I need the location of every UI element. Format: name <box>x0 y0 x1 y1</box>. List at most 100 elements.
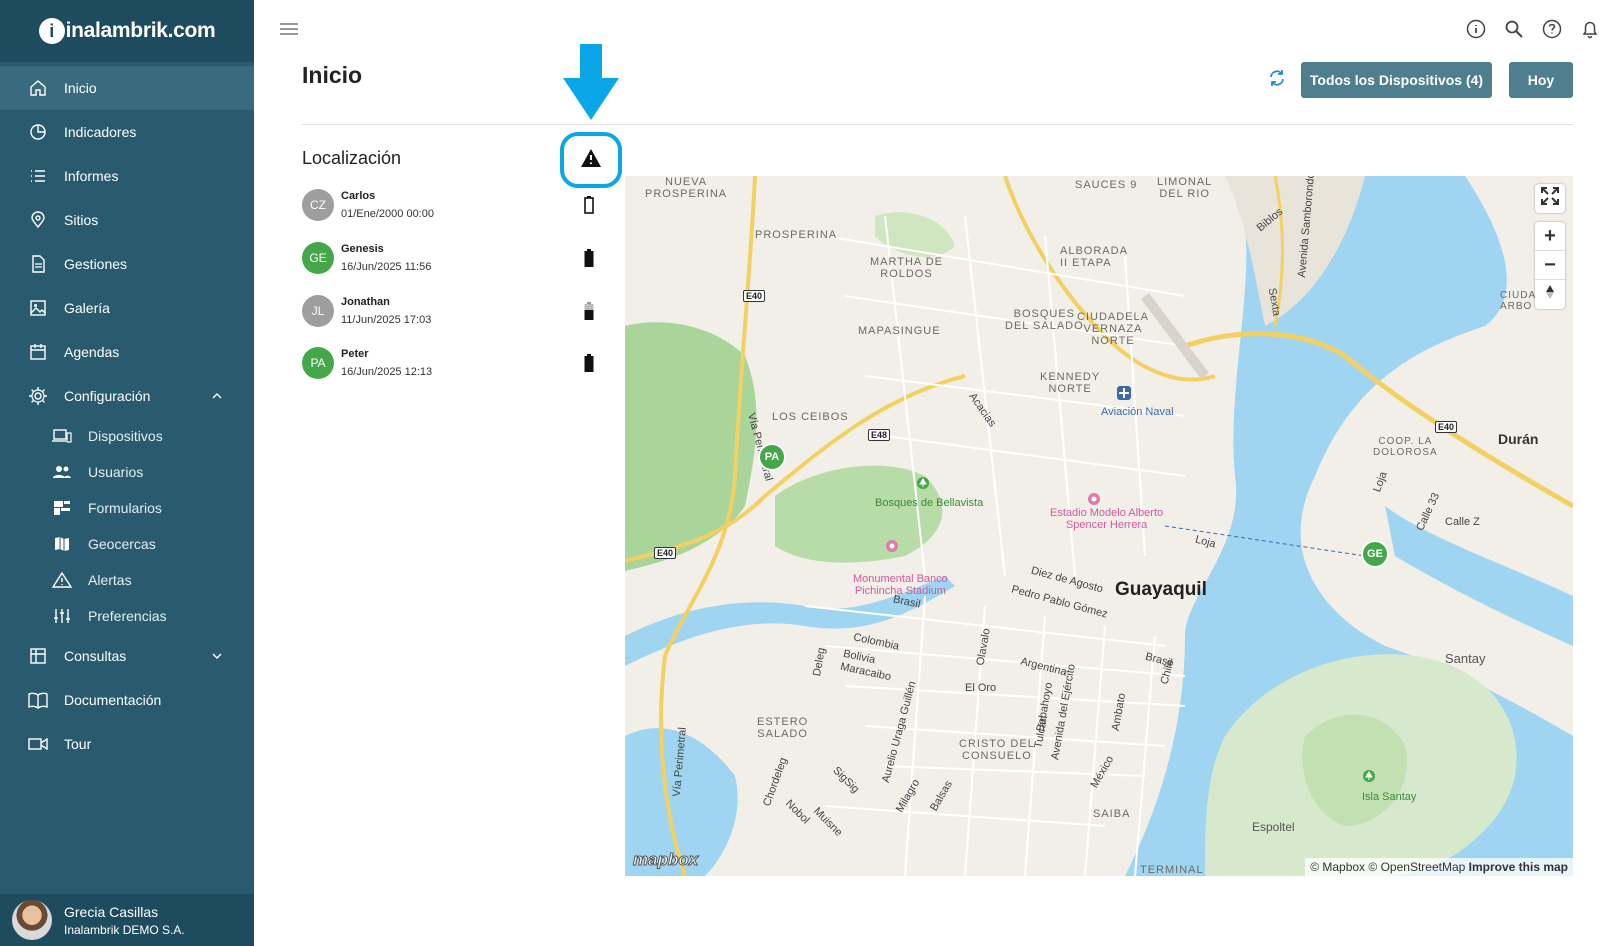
menu-toggle-icon[interactable] <box>280 22 298 36</box>
today-button[interactable]: Hoy <box>1509 62 1573 98</box>
sidebar-item-label: Documentación <box>64 692 162 708</box>
osm-attribution-link[interactable]: © OpenStreetMap <box>1368 860 1465 874</box>
book-icon <box>28 690 48 710</box>
map-label: LOS CEIBOS <box>772 411 849 423</box>
stadium-icon[interactable] <box>1087 492 1101 511</box>
mapbox-attribution-link[interactable]: © Mapbox <box>1310 860 1365 874</box>
all-devices-button[interactable]: Todos los Dispositivos (4) <box>1301 62 1492 98</box>
device-row-carlos[interactable]: CZ Carlos 01/Ene/2000 00:00 <box>302 185 602 225</box>
device-row-jonathan[interactable]: JL Jonathan 11/Jun/2025 17:03 <box>302 291 602 331</box>
sidebar-item-consultas[interactable]: Consultas <box>0 634 254 678</box>
forms-icon <box>52 499 72 517</box>
sidebar-item-informes[interactable]: Informes <box>0 154 254 198</box>
chevron-down-icon <box>212 651 222 661</box>
zoom-out-button[interactable]: − <box>1535 251 1565 280</box>
warning-icon <box>52 571 72 589</box>
sidebar-subitem-usuarios[interactable]: Usuarios <box>0 454 254 490</box>
street-label: Calle Z <box>1445 516 1480 528</box>
park-icon[interactable] <box>916 476 930 495</box>
help-icon[interactable] <box>1541 18 1563 40</box>
location-pin-icon <box>28 210 48 230</box>
park-icon[interactable] <box>1362 769 1376 788</box>
bell-icon[interactable] <box>1579 18 1601 40</box>
sidebar-item-galeria[interactable]: Galería <box>0 286 254 330</box>
user-name: Grecia Casillas <box>64 903 159 920</box>
map-view[interactable]: NUEVA PROSPERINA PROSPERINA SAUCES 9 LIM… <box>625 176 1573 876</box>
info-icon[interactable] <box>1465 18 1487 40</box>
map-marker-genesis[interactable]: GE <box>1361 540 1389 568</box>
sidebar-subitem-geocercas[interactable]: Geocercas <box>0 526 254 562</box>
battery-medium-icon <box>584 302 594 320</box>
sidebar-item-label: Informes <box>64 168 119 184</box>
sidebar-item-documentacion[interactable]: Documentación <box>0 678 254 722</box>
zoom-in-button[interactable]: + <box>1535 222 1565 251</box>
street-label: El Oro <box>965 682 997 694</box>
sidebar-subitem-preferencias[interactable]: Preferencias <box>0 598 254 634</box>
stadium-icon[interactable] <box>885 539 899 558</box>
sidebar-item-gestiones[interactable]: Gestiones <box>0 242 254 286</box>
sidebar-subitem-alertas[interactable]: Alertas <box>0 562 254 598</box>
pie-chart-icon <box>28 122 48 142</box>
sidebar-item-configuracion[interactable]: Configuración <box>0 374 254 418</box>
device-avatar: JL <box>302 295 334 327</box>
sidebar-item-sitios[interactable]: Sitios <box>0 198 254 242</box>
map-label: NUEVA PROSPERINA <box>645 176 728 200</box>
airport-icon[interactable] <box>1117 386 1131 405</box>
sidebar-subitem-dispositivos[interactable]: Dispositivos <box>0 418 254 454</box>
map-label: CRISTO DEL CONSUELO <box>959 738 1035 762</box>
map-label: Santay <box>1445 651 1486 666</box>
sidebar-item-label: Indicadores <box>64 124 137 140</box>
sidebar-item-label: Consultas <box>64 648 127 664</box>
fullscreen-button[interactable] <box>1535 184 1565 213</box>
sliders-icon <box>52 607 72 625</box>
compass-button[interactable] <box>1535 280 1565 309</box>
user-profile[interactable]: Grecia Casillas Inalambrik DEMO S.A. <box>0 894 254 946</box>
sidebar-subitem-label: Alertas <box>88 572 132 588</box>
device-row-peter[interactable]: PA Peter 16/Jun/2025 12:13 <box>302 343 602 383</box>
map-label: CIUDADELA VERNAZA NORTE <box>1077 311 1149 347</box>
device-name: Genesis <box>341 243 384 255</box>
road-shield: E40 <box>1435 421 1458 433</box>
map-label: ALBORADA II ETAPA <box>1060 245 1128 269</box>
sidebar-item-label: Agendas <box>64 344 120 360</box>
improve-map-link[interactable]: Improve this map <box>1469 860 1568 874</box>
home-icon <box>28 78 48 98</box>
device-avatar: GE <box>302 242 334 274</box>
device-date: 01/Ene/2000 00:00 <box>341 208 434 220</box>
sidebar-subitem-formularios[interactable]: Formularios <box>0 490 254 526</box>
alert-warning-button[interactable] <box>560 132 622 188</box>
device-date: 11/Jun/2025 17:03 <box>341 314 432 326</box>
sidebar-item-tour[interactable]: Tour <box>0 722 254 766</box>
sidebar-item-label: Galería <box>64 300 110 316</box>
map-label: SAUCES 9 <box>1075 179 1138 191</box>
map-label: Bosques de Bellavista <box>875 497 984 509</box>
user-org: Inalambrik DEMO S.A. <box>64 922 185 937</box>
sidebar-subitem-label: Preferencias <box>88 608 167 624</box>
image-icon <box>28 298 48 318</box>
zoom-control: + − <box>1535 222 1565 309</box>
map-marker-peter[interactable]: PA <box>758 443 786 471</box>
map-label-city: Durán <box>1498 431 1539 447</box>
sidebar-subitem-label: Usuarios <box>88 464 144 480</box>
map-label-city: Guayaquil <box>1115 579 1207 600</box>
logo-mark: i <box>38 18 65 44</box>
device-date: 16/Jun/2025 12:13 <box>341 366 433 378</box>
sidebar-item-agendas[interactable]: Agendas <box>0 330 254 374</box>
device-row-genesis[interactable]: GE Genesis 16/Jun/2025 11:56 <box>302 238 602 278</box>
calendar-icon <box>28 342 48 362</box>
mapbox-logo[interactable]: mapbox <box>632 850 698 870</box>
sidebar: i inalambrik.com Inicio Indicadores Infor… <box>0 0 254 946</box>
sidebar-item-inicio[interactable]: Inicio <box>0 66 254 110</box>
map-attribution: © Mapbox © OpenStreetMap Improve this ma… <box>1305 858 1573 876</box>
device-date: 16/Jun/2025 11:56 <box>341 261 432 273</box>
search-icon[interactable] <box>1503 18 1525 40</box>
sidebar-item-indicadores[interactable]: Indicadores <box>0 110 254 154</box>
map-label: BOSQUES DEL SALADO <box>1005 308 1084 332</box>
table-icon <box>28 646 48 666</box>
map-label: CIUDA ARBO <box>1500 290 1537 312</box>
map-label: Monumental Banco Pichincha Stadium <box>853 573 948 597</box>
users-icon <box>52 463 72 481</box>
refresh-icon[interactable] <box>1267 68 1287 88</box>
device-avatar: PA <box>302 347 334 379</box>
brand-logo[interactable]: i inalambrik.com <box>0 0 254 62</box>
